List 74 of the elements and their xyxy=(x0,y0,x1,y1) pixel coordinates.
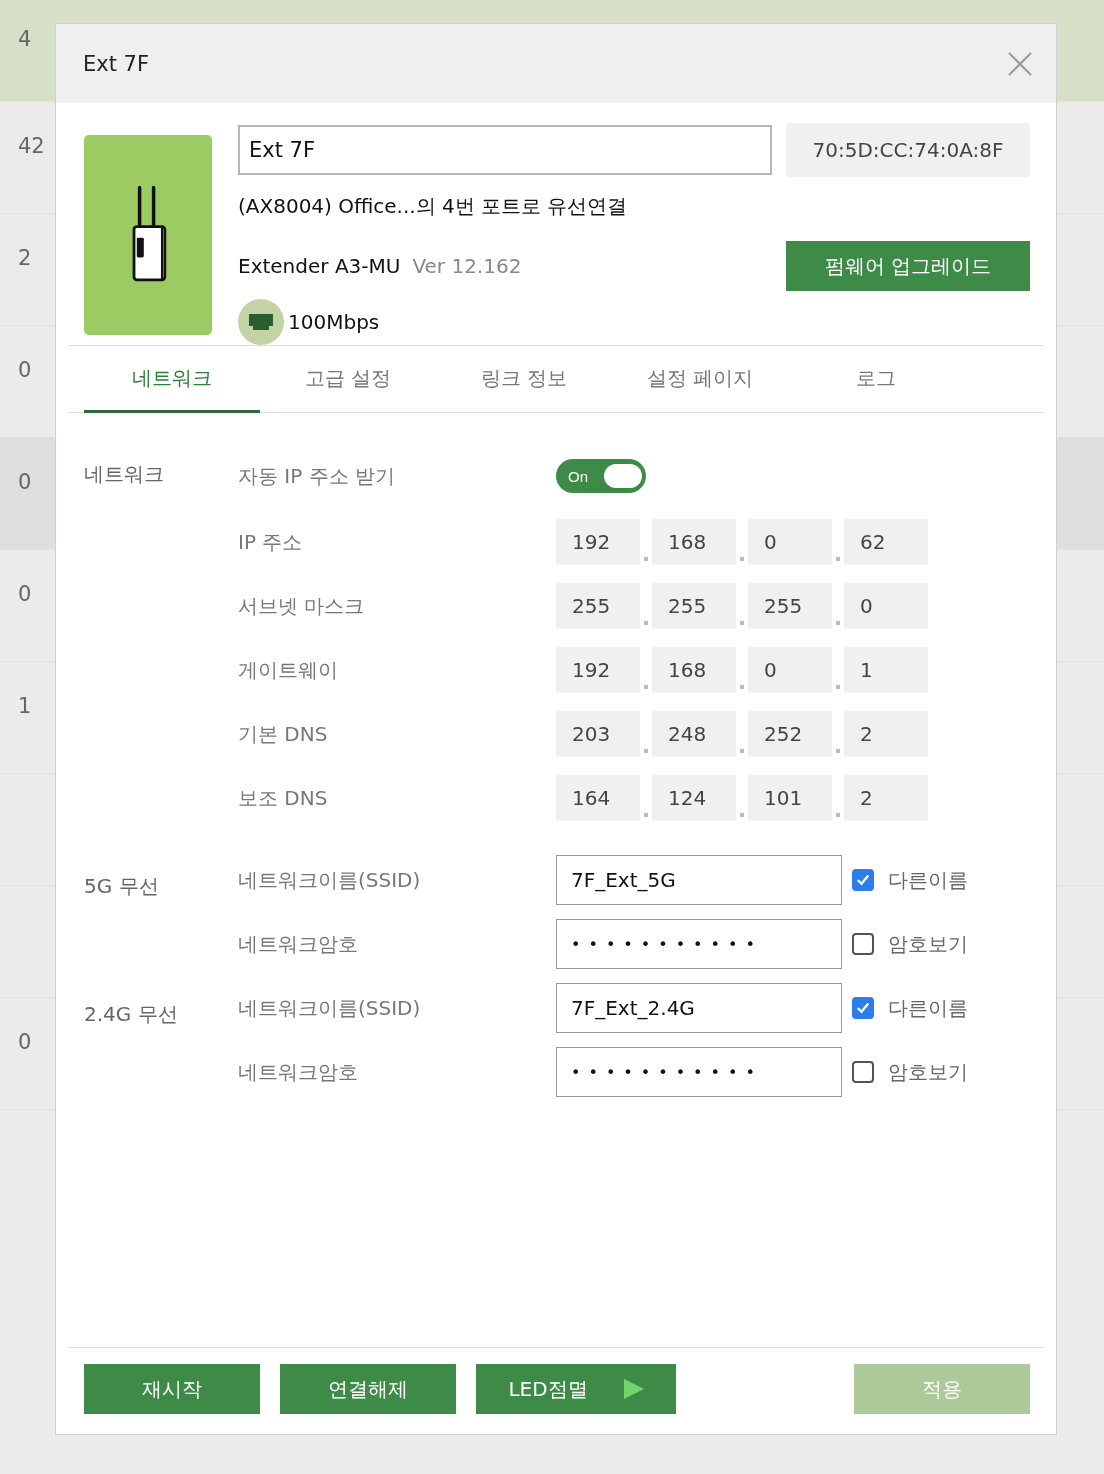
mac-address: 70:5D:CC:74:0A:8F xyxy=(786,123,1030,177)
field-label: 기본 DNS xyxy=(238,720,329,748)
model-text: Extender A3-MU xyxy=(238,254,401,278)
octet-field[interactable]: 168 xyxy=(652,647,736,693)
octet-field[interactable]: 203 xyxy=(556,711,640,757)
count-text: 0 xyxy=(18,1029,32,1054)
field-label: IP 주소 xyxy=(238,528,304,556)
version-text: Ver 12.162 xyxy=(412,254,522,278)
octet-field[interactable]: 62 xyxy=(844,519,928,565)
toggle-switch[interactable]: On xyxy=(556,459,646,493)
octet-field[interactable]: 192 xyxy=(556,647,640,693)
password-field[interactable]: ••••••••••• xyxy=(556,919,842,969)
action-button[interactable]: 재시작 xyxy=(84,1364,260,1414)
field-label: 서브넷 마스크 xyxy=(238,592,366,620)
checkbox-label: 다른이름 xyxy=(888,866,968,894)
tab[interactable]: 링크 정보 xyxy=(436,346,612,413)
field-label: 네트워크이름(SSID) xyxy=(238,866,422,894)
count-text: 42 xyxy=(18,133,45,158)
tab[interactable]: 고급 설정 xyxy=(260,346,436,413)
octet-field[interactable]: 192 xyxy=(556,519,640,565)
octet-field[interactable]: 248 xyxy=(652,711,736,757)
octet-field[interactable]: 2 xyxy=(844,775,928,821)
play-icon xyxy=(623,1379,644,1399)
close-button[interactable] xyxy=(1006,49,1034,78)
section-label: 2.4G 무선 xyxy=(84,1001,178,1028)
count-text: 0 xyxy=(18,357,32,382)
ssid-field[interactable]: 7F_Ext_2.4G xyxy=(556,983,842,1033)
octet-field[interactable]: 252 xyxy=(748,711,832,757)
octet-field[interactable]: 0 xyxy=(844,583,928,629)
checkbox[interactable] xyxy=(852,933,874,955)
dialog-title: Ext 7F xyxy=(83,51,150,76)
checkbox[interactable] xyxy=(852,1061,874,1083)
octet-field[interactable]: 255 xyxy=(748,583,832,629)
ssid-field[interactable]: 7F_Ext_5G xyxy=(556,855,842,905)
field-label: 네트워크이름(SSID) xyxy=(238,994,422,1022)
count-text: 4 xyxy=(18,26,32,51)
field-label: 게이트웨이 xyxy=(238,656,339,684)
checkbox[interactable] xyxy=(852,997,874,1019)
section-label: 네트워크 xyxy=(84,460,164,488)
octet-field[interactable]: 2 xyxy=(844,711,928,757)
section-label: 5G 무선 xyxy=(84,873,159,900)
field-label: 네트워크암호 xyxy=(238,1058,359,1086)
name-field[interactable]: Ext 7F xyxy=(238,125,772,175)
field-label: 자동 IP 주소 받기 xyxy=(238,462,397,490)
octet-field[interactable]: 1 xyxy=(844,647,928,693)
action-button[interactable]: 연결해제 xyxy=(280,1364,456,1414)
connection-text: (AX8004) Office...의 4번 포트로 유선연결 xyxy=(238,193,629,220)
count-text: 1 xyxy=(18,693,32,718)
checkbox-label: 암호보기 xyxy=(888,1058,968,1086)
password-field[interactable]: ••••••••••• xyxy=(556,1047,842,1097)
octet-field[interactable]: 168 xyxy=(652,519,736,565)
ethernet-port-icon xyxy=(238,299,284,345)
octet-field[interactable]: 124 xyxy=(652,775,736,821)
octet-field[interactable]: 164 xyxy=(556,775,640,821)
octet-field[interactable]: 255 xyxy=(556,583,640,629)
close-icon xyxy=(1006,49,1034,78)
count-text: 0 xyxy=(18,469,32,494)
field-label: 보조 DNS xyxy=(238,784,329,812)
checkbox-label: 암호보기 xyxy=(888,930,968,958)
checkbox-label: 다른이름 xyxy=(888,994,968,1022)
count-text: 0 xyxy=(18,581,32,606)
field-label: 네트워크암호 xyxy=(238,930,359,958)
octet-field[interactable]: 255 xyxy=(652,583,736,629)
tab[interactable]: 설정 페이지 xyxy=(612,346,788,413)
link-speed-text: 100Mbps xyxy=(288,310,380,334)
tab[interactable]: 로그 xyxy=(788,346,964,413)
octet-field[interactable]: 101 xyxy=(748,775,832,821)
count-text: 2 xyxy=(18,245,32,270)
octet-field[interactable]: 0 xyxy=(748,519,832,565)
checkbox[interactable] xyxy=(852,869,874,891)
led-blink-button[interactable]: LED점멸 xyxy=(476,1364,676,1414)
tab[interactable]: 네트워크 xyxy=(84,346,260,413)
octet-field[interactable]: 0 xyxy=(748,647,832,693)
firmware-upgrade-button[interactable]: 펌웨어 업그레이드 xyxy=(786,241,1030,291)
